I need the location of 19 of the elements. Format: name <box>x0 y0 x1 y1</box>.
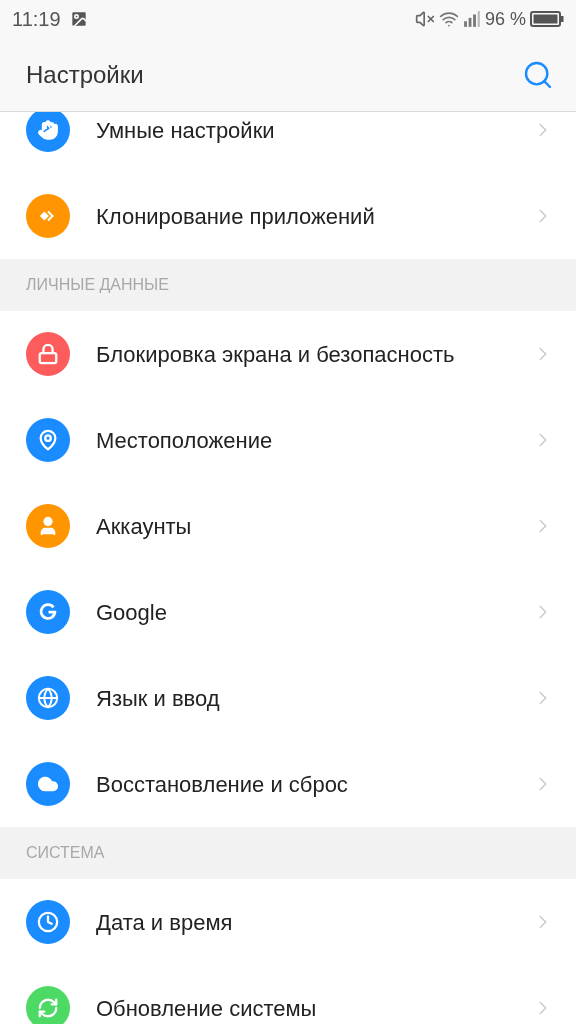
item-label: Обновление системы <box>96 994 318 1023</box>
battery-icon <box>530 11 564 27</box>
item-label: Местоположение <box>96 426 274 455</box>
item-label: Дата и время <box>96 908 234 937</box>
status-time: 11:19 <box>12 7 61 32</box>
item-label: Умные настройки <box>96 116 276 145</box>
page-title: Настройки <box>26 59 144 90</box>
mute-icon <box>414 9 435 29</box>
item-label: Блокировка экрана и безопасность <box>96 340 456 369</box>
item-label: Клонирование приложений <box>96 202 376 231</box>
item-label: Восстановление и сброс <box>96 770 349 799</box>
item-label: Google <box>96 598 168 627</box>
wifi-icon <box>438 9 459 29</box>
item-label: Язык и ввод <box>96 684 221 713</box>
section-header: СИСТЕМА <box>0 827 576 879</box>
signal-icon <box>462 10 481 28</box>
battery-percent: 96 % <box>484 7 526 31</box>
item-label: Аккаунты <box>96 512 193 541</box>
section-header: ЛИЧНЫЕ ДАННЫЕ <box>0 259 576 311</box>
